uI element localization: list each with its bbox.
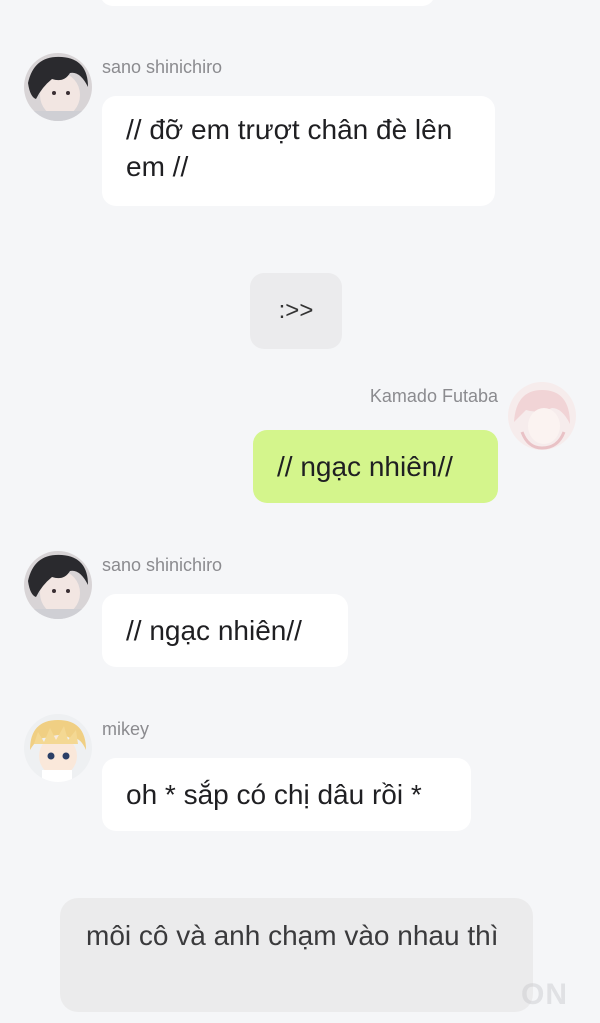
- avatar-sano-shinichiro[interactable]: [24, 53, 92, 121]
- sender-name: Kamado Futaba: [369, 386, 498, 406]
- sender-name: sano shinichiro: [102, 57, 223, 77]
- message-bubble-outgoing[interactable]: // ngạc nhiên//: [253, 430, 498, 503]
- system-message: :>>: [250, 273, 342, 349]
- sender-name: mikey: [102, 719, 150, 739]
- message-bubble[interactable]: // đỡ em trượt chân đè lên em //: [102, 96, 495, 206]
- dark-hair-boy-avatar-icon: [24, 53, 92, 121]
- system-message-text: :>>: [278, 297, 314, 324]
- sender-name: sano shinichiro: [102, 555, 223, 575]
- message-text: oh * sắp có chị dâu rồi *: [126, 779, 422, 810]
- avatar-kamado-futaba[interactable]: [508, 382, 576, 450]
- message-text: // đỡ em trượt chân đè lên em //: [126, 114, 453, 182]
- dark-hair-boy-avatar-icon: [24, 551, 92, 619]
- message-bubble[interactable]: // ngạc nhiên//: [102, 594, 348, 667]
- blond-boy-avatar-icon: [24, 714, 92, 782]
- previous-message-bubble: [100, 0, 435, 6]
- avatar-mikey[interactable]: [24, 714, 92, 782]
- narration-text: môi cô và anh chạm vào nhau thì: [86, 920, 499, 951]
- message-text: // ngạc nhiên//: [126, 615, 302, 646]
- message-bubble[interactable]: oh * sắp có chị dâu rồi *: [102, 758, 471, 831]
- message-text: // ngạc nhiên//: [277, 451, 453, 482]
- pink-girl-avatar-icon: [508, 382, 576, 450]
- avatar-sano-shinichiro[interactable]: [24, 551, 92, 619]
- watermark-logo: ON: [521, 978, 568, 1011]
- narration-block: môi cô và anh chạm vào nhau thì: [60, 898, 533, 1012]
